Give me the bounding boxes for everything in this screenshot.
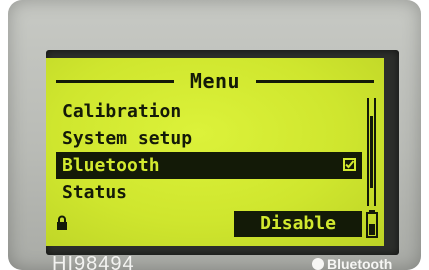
bluetooth-brand-text: Bluetooth	[327, 257, 393, 270]
menu-item-label: Status	[62, 182, 128, 203]
header-rule-right	[256, 80, 374, 83]
model-label: HI98494	[52, 256, 135, 270]
menu-item-status[interactable]: Status	[56, 179, 362, 206]
menu-item-calibration[interactable]: Calibration	[56, 98, 362, 125]
menu-item-label: Calibration	[62, 101, 182, 122]
scrollbar-thumb[interactable]	[370, 116, 373, 188]
lock-icon	[57, 215, 67, 230]
bluetooth-icon	[312, 258, 324, 270]
bluetooth-brand: Bluetooth	[312, 257, 392, 270]
menu-item-system-setup[interactable]: System setup	[56, 125, 362, 152]
lcd-screen: Menu Calibration System setup Bluetooth …	[46, 58, 384, 246]
menu-item-label: System setup	[62, 128, 193, 149]
disable-softkey-button[interactable]: Disable	[234, 211, 362, 237]
menu-header: Menu	[56, 68, 374, 94]
menu-item-label: Bluetooth	[62, 155, 160, 176]
battery-icon	[366, 210, 378, 238]
checkbox-checked-icon[interactable]	[343, 158, 356, 171]
menu-item-bluetooth[interactable]: Bluetooth	[56, 152, 362, 179]
menu-scrollbar[interactable]	[367, 98, 376, 206]
